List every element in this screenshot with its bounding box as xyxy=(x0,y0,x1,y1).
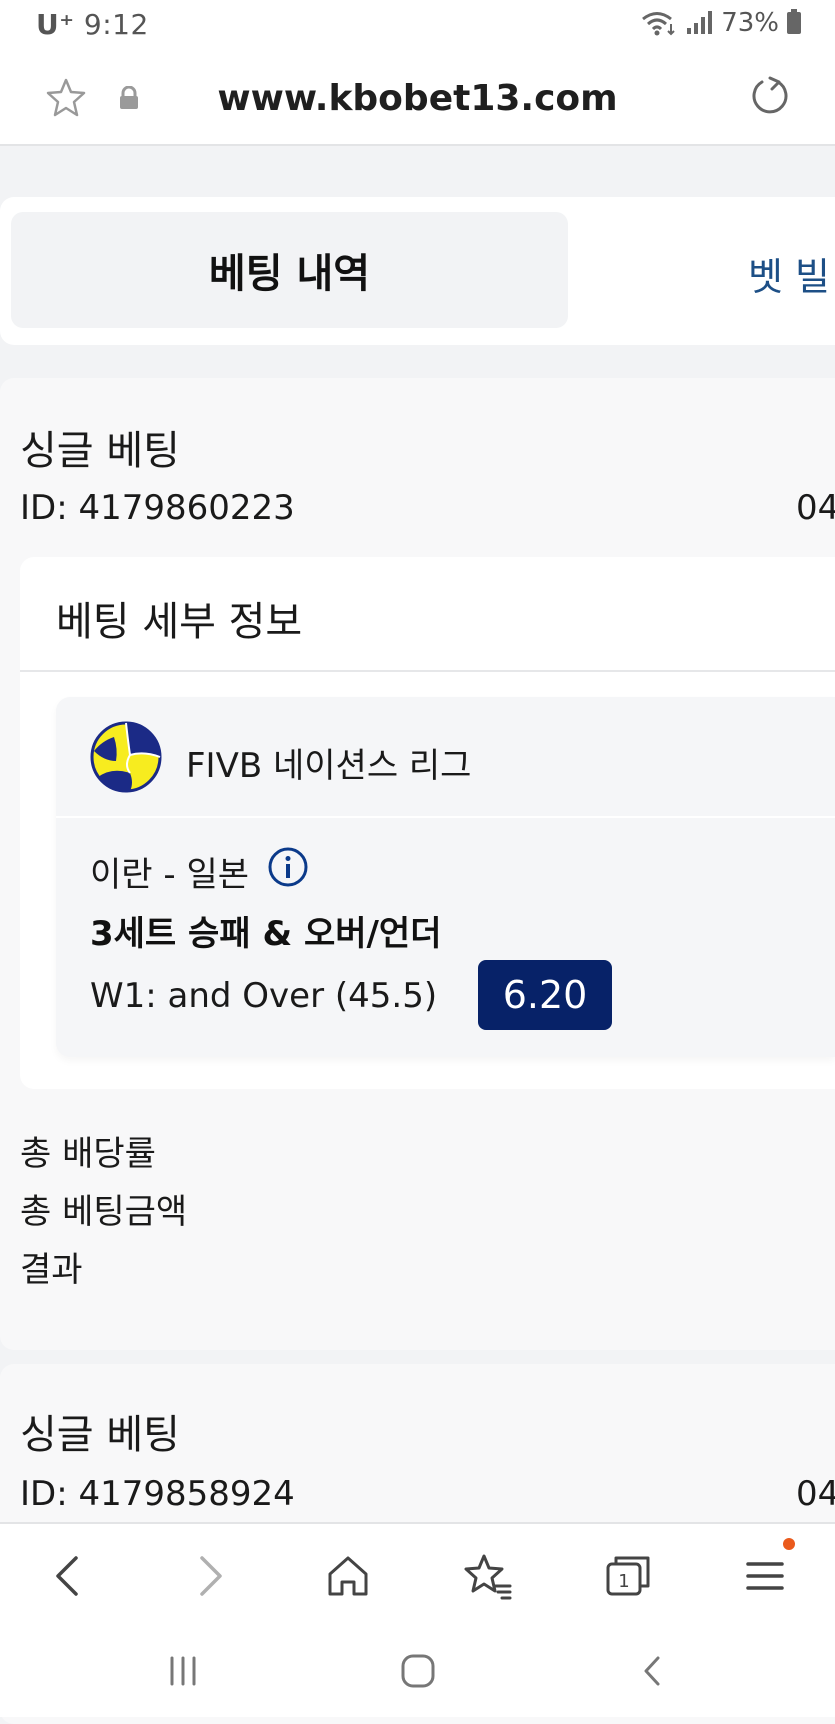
divider xyxy=(56,816,835,818)
bet-date: 04 xyxy=(796,488,835,528)
system-back-icon[interactable] xyxy=(628,1646,678,1696)
bookmarks-icon[interactable] xyxy=(460,1548,516,1604)
url-text[interactable]: www.kbobet13.com xyxy=(0,78,835,119)
recents-icon[interactable] xyxy=(158,1646,208,1696)
battery-icon xyxy=(787,9,801,34)
match-name: 이란 - 일본 xyxy=(90,855,250,895)
bet-type-title: 싱글 베팅 xyxy=(20,428,180,474)
url-bar: www.kbobet13.com xyxy=(0,52,835,146)
tabs-count: 1 xyxy=(618,1571,629,1592)
browser-bottom-nav xyxy=(0,1522,835,1632)
notification-dot xyxy=(783,1538,795,1550)
battery-percent: 73% xyxy=(721,8,779,38)
forward-icon[interactable] xyxy=(182,1548,238,1604)
status-time: 9:12 xyxy=(83,8,149,41)
divider xyxy=(20,670,835,672)
status-right: 73% xyxy=(641,8,801,38)
result-label: 결과 xyxy=(20,1250,83,1290)
home-circle-icon[interactable] xyxy=(393,1646,443,1696)
status-left: U⁺ 9:12 xyxy=(36,8,149,41)
bet-type-title: 싱글 베팅 xyxy=(20,1412,180,1458)
menu-icon[interactable] xyxy=(738,1548,794,1604)
odds-badge: 6.20 xyxy=(478,960,612,1030)
tab-bet-builder[interactable]: 벳 빌 xyxy=(748,246,830,301)
selection: W1: and Over (45.5) xyxy=(90,976,438,1016)
total-stake-label: 총 베팅금액 xyxy=(20,1192,188,1232)
market-name: 3세트 승패 & 오버/언더 xyxy=(90,914,442,954)
bet-id: ID: 4179858924 xyxy=(20,1474,295,1514)
reload-icon[interactable] xyxy=(748,74,792,118)
league-name: FIVB 네이션스 리그 xyxy=(186,746,472,786)
home-icon[interactable] xyxy=(320,1548,376,1604)
total-odds-label: 총 배당률 xyxy=(20,1134,156,1174)
bet-id: ID: 4179860223 xyxy=(20,488,295,528)
back-icon[interactable] xyxy=(40,1548,96,1604)
tab-betting-history[interactable]: 베팅 내역 xyxy=(11,212,568,328)
wifi-icon xyxy=(642,12,675,36)
info-icon[interactable] xyxy=(266,845,310,889)
bet-date: 04 xyxy=(796,1474,835,1514)
tabs-icon[interactable]: 1 xyxy=(600,1548,656,1604)
signal-icon xyxy=(687,11,713,34)
carrier-label: U⁺ xyxy=(36,8,75,41)
volleyball-icon xyxy=(90,721,162,793)
bet-details-title: 베팅 세부 정보 xyxy=(56,599,303,645)
